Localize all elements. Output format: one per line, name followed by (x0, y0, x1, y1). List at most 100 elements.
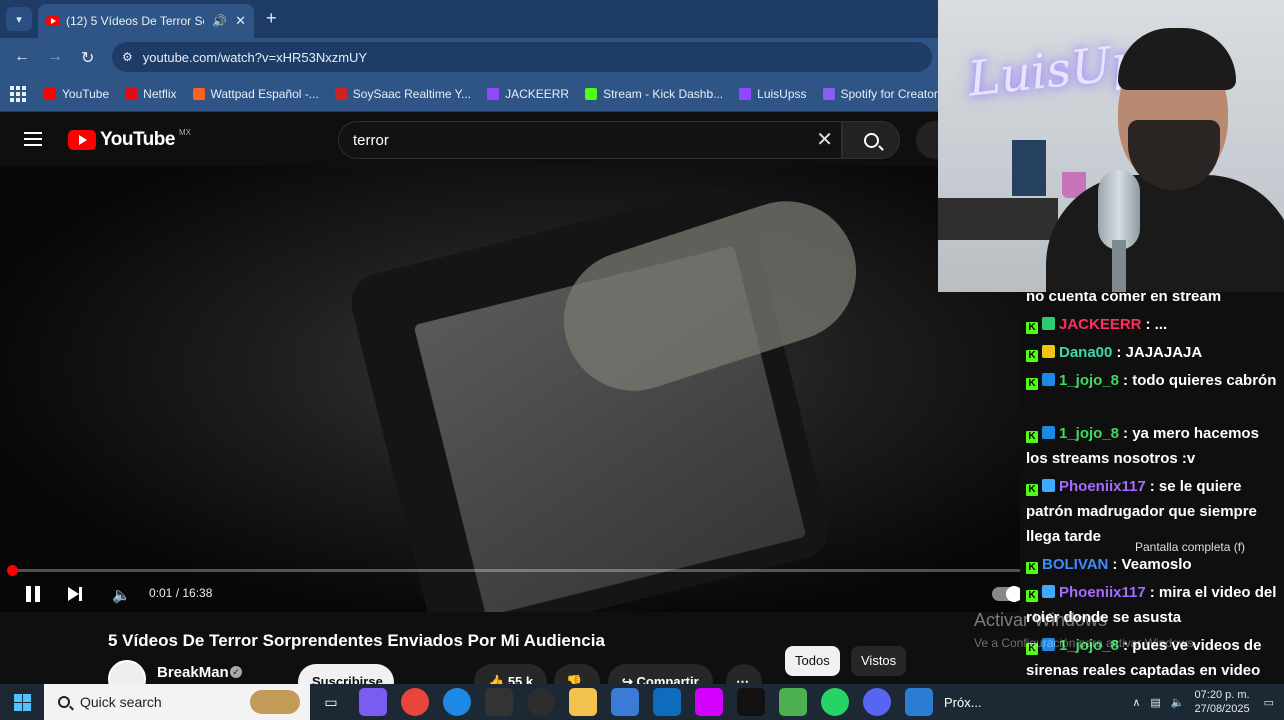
chat-username[interactable]: 1_jojo_8 (1059, 425, 1119, 442)
minecraft-icon[interactable] (779, 688, 807, 716)
bookmark-favicon-icon (192, 87, 205, 100)
chat-badge-icon (1042, 585, 1055, 598)
streamer-hoodie (1046, 175, 1284, 292)
pause-icon[interactable] (26, 586, 40, 602)
document-icon[interactable] (905, 688, 933, 716)
taskbar-search[interactable]: Quick search (44, 684, 310, 720)
taskbar-app-label[interactable]: Próx... (944, 695, 982, 710)
chat-text: no cuenta comer en stream (1026, 292, 1222, 305)
start-button[interactable] (0, 684, 44, 720)
chrome-icon[interactable] (401, 688, 429, 716)
new-tab-button[interactable]: + (266, 8, 277, 29)
task-view-icon[interactable]: ▭ (317, 688, 345, 716)
bookmark-item[interactable]: Stream - Kick Dashb... (585, 87, 723, 101)
address-bar[interactable]: ⚙ youtube.com/watch?v=xHR53NxzmUY (112, 42, 932, 72)
store-icon[interactable] (611, 688, 639, 716)
chat-badge-icon (1042, 373, 1055, 386)
bookmark-favicon-icon (585, 87, 598, 100)
close-icon[interactable]: ✕ (235, 13, 246, 29)
network-icon[interactable]: ▤ (1150, 696, 1160, 709)
capcut-alt-icon[interactable] (737, 688, 765, 716)
clipchamp-icon[interactable] (695, 688, 723, 716)
chat-username[interactable]: Dana00 (1059, 344, 1112, 361)
chat-message: K JACKEERR: ... (1026, 312, 1284, 337)
bookmark-item[interactable]: SoySaac Realtime Y... (334, 87, 471, 101)
chat-message: K 1_jojo_8: ya mero hacemos los streams n… (1026, 421, 1284, 471)
speaker-icon[interactable]: 🔊 (212, 14, 227, 28)
search-input[interactable]: terror ✕ (338, 121, 842, 159)
autoplay-toggle[interactable] (992, 586, 1020, 602)
screen: ▾ (12) 5 Vídeos De Terror Sorp 🔊 ✕ + ← →… (0, 0, 1284, 720)
back-icon[interactable]: ← (14, 48, 30, 66)
search-button[interactable] (842, 121, 900, 159)
obs-icon[interactable] (527, 688, 555, 716)
apps-grid-icon[interactable] (10, 85, 26, 102)
chip-vistos[interactable]: Vistos (851, 646, 907, 676)
discord-icon[interactable] (863, 688, 891, 716)
copilot-icon[interactable] (359, 688, 387, 716)
kick-logo-icon: K (1026, 322, 1038, 334)
youtube-play-icon (68, 130, 96, 150)
bookmark-label: YouTube (62, 86, 110, 101)
file-explorer-icon[interactable] (569, 688, 597, 716)
active-tab[interactable]: (12) 5 Vídeos De Terror Sorp 🔊 ✕ (38, 4, 254, 38)
chat-username[interactable]: Phoeniix117 (1059, 478, 1146, 495)
edge-icon[interactable] (443, 688, 471, 716)
youtube-logo[interactable]: YouTube MX (68, 127, 191, 151)
channel-name[interactable]: BreakMan (157, 664, 229, 681)
capcut-icon[interactable] (485, 688, 513, 716)
tab-search-button[interactable]: ▾ (6, 7, 32, 31)
outlook-icon[interactable] (653, 688, 681, 716)
bookmark-item[interactable]: Wattpad Español -... (192, 86, 319, 101)
chat-text: : todo quieres cabrón (1123, 372, 1277, 389)
url-text: youtube.com/watch?v=xHR53NxzmUY (142, 49, 368, 65)
volume-icon[interactable]: 🔈 (112, 586, 131, 604)
progress-bar[interactable] (7, 565, 1020, 576)
kick-logo-icon: K (1026, 484, 1038, 496)
bookmark-item[interactable]: YouTube (44, 87, 109, 101)
bookmark-item[interactable]: LuisUpss (739, 87, 807, 101)
youtube-wordmark: YouTube (100, 129, 175, 150)
bookmark-item[interactable]: JACKEERR (487, 87, 569, 101)
reload-icon[interactable]: ↻ (81, 48, 94, 68)
notifications-icon[interactable]: ▭ (1264, 696, 1274, 709)
clear-search-icon[interactable]: ✕ (816, 130, 833, 150)
windows-taskbar: Quick search ▭ Próx... ∧ ▤ 🔈 07:20 p. m.… (0, 684, 1284, 720)
clock[interactable]: 07:20 p. m. 27/08/2025 (1195, 688, 1250, 716)
menu-icon[interactable] (24, 132, 42, 146)
volume-icon[interactable]: 🔈 (1171, 696, 1185, 709)
bookmark-item[interactable]: Spotify for Creators:... (822, 87, 957, 101)
video-player[interactable]: 🔈 0:01 / 16:38 (0, 166, 1020, 612)
video-info: 5 Vídeos De Terror Sorprendentes Enviado… (0, 612, 1020, 700)
bookmark-favicon-icon (487, 87, 500, 100)
clock-date: 27/08/2025 (1194, 703, 1250, 715)
chat-username[interactable]: 1_jojo_8 (1059, 372, 1119, 389)
forward-icon[interactable]: → (47, 48, 63, 66)
desk-shelf (938, 198, 1058, 240)
next-icon[interactable] (68, 587, 82, 601)
chat-text: : ... (1145, 316, 1168, 333)
fullscreen-tooltip: Pantalla completa (f) (1135, 540, 1246, 554)
whatsapp-icon[interactable] (821, 688, 849, 716)
search-highlight-icon (250, 690, 300, 714)
system-tray: ∧ ▤ 🔈 07:20 p. m. 27/08/2025 ▭ (1132, 684, 1274, 720)
chevron-up-icon[interactable]: ∧ (1132, 696, 1140, 709)
progress-scrubber[interactable] (7, 565, 18, 576)
chat-username[interactable]: Phoeniix117 (1059, 584, 1146, 601)
chat-text: : JAJAJAJA (1116, 344, 1203, 361)
bookmark-label: Wattpad Español -... (210, 86, 319, 101)
chip-todos[interactable]: Todos (785, 646, 840, 676)
chat-badge-icon (1042, 317, 1055, 330)
chat-username[interactable]: JACKEERR (1059, 316, 1142, 333)
windows-activation-watermark: Activar Windows (974, 610, 1108, 630)
windows-activation-subtext: Ve a Configuración para activar Windows. (974, 636, 1197, 650)
kick-logo-icon: K (1026, 378, 1038, 390)
book (1012, 140, 1046, 196)
site-info-icon[interactable]: ⚙ (122, 50, 133, 64)
windows-logo-icon (13, 693, 31, 711)
bookmark-item[interactable]: Netflix (125, 87, 177, 101)
region-code: MX (178, 127, 191, 137)
taskbar-search-placeholder: Quick search (80, 694, 162, 710)
bookmarks-bar: YouTube Netflix Wattpad Español -... SoySaa… (0, 76, 957, 112)
chat-username[interactable]: BOLIVAN (1042, 556, 1108, 573)
